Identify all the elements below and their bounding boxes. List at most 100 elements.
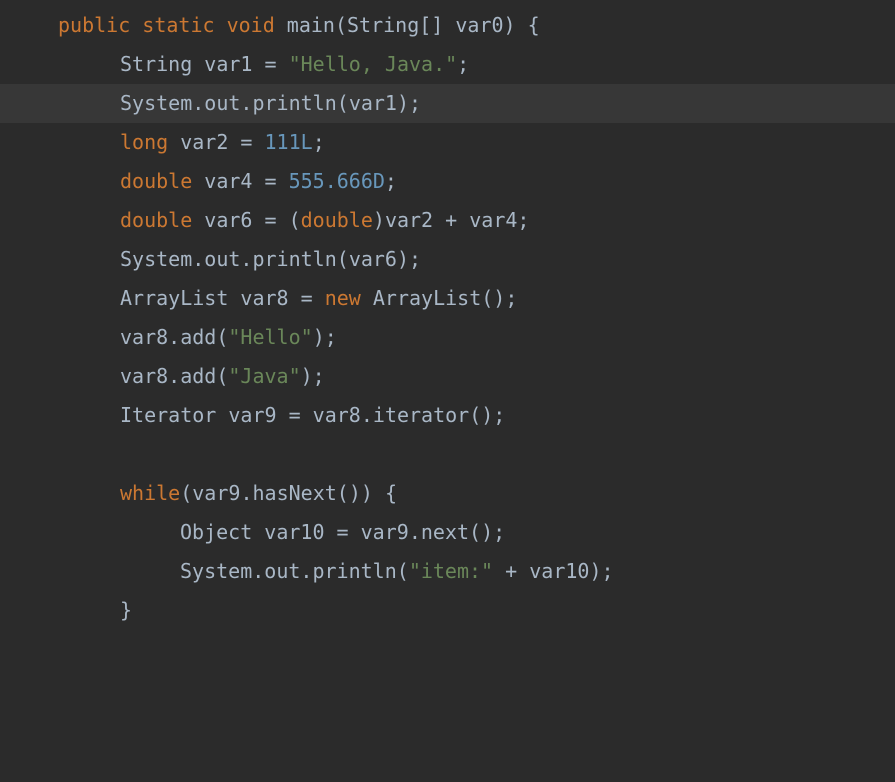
code-line[interactable]: var8.add("Java");: [0, 357, 895, 396]
code-line[interactable]: long var2 = 111L;: [0, 123, 895, 162]
code-token-punct: .: [240, 247, 252, 271]
code-token-operator: =: [277, 403, 313, 427]
code-token-identifier: out: [204, 247, 240, 271]
code-token-type: ArrayList: [120, 286, 240, 310]
code-token-paren: );: [397, 247, 421, 271]
code-token-method: main: [287, 13, 335, 37]
code-token-operator: =: [228, 130, 264, 154]
code-token-punct: .: [168, 325, 180, 349]
code-token-identifier: var9: [361, 520, 409, 544]
code-token-type: System: [120, 247, 192, 271]
code-token-identifier: var4: [204, 169, 252, 193]
code-token-method: add: [180, 325, 216, 349]
code-token-operator: = (: [252, 208, 300, 232]
code-token-keyword: while: [120, 481, 180, 505]
code-token-punct: ;: [457, 52, 469, 76]
code-token-operator: +: [433, 208, 469, 232]
code-token-keyword: long: [120, 130, 180, 154]
code-token-punct: .: [409, 520, 421, 544]
code-line[interactable]: String var1 = "Hello, Java.";: [0, 45, 895, 84]
code-token-string: "item:": [409, 559, 493, 583]
code-line[interactable]: System.out.println("item:" + var10);: [0, 552, 895, 591]
code-token-keyword: public static void: [58, 13, 287, 37]
code-token-operator: +: [493, 559, 529, 583]
code-token-paren: ();: [469, 520, 505, 544]
code-line[interactable]: public static void main(String[] var0) {: [0, 6, 895, 45]
code-token-paren: );: [397, 91, 421, 115]
code-token-identifier: var8: [240, 286, 288, 310]
code-token-operator: =: [289, 286, 325, 310]
code-token-method: hasNext: [252, 481, 336, 505]
code-token-punct: .: [361, 403, 373, 427]
code-token-identifier: var1: [204, 52, 252, 76]
code-token-punct: ;: [385, 169, 397, 193]
code-token-identifier: var2: [385, 208, 433, 232]
code-token-punct: ;: [517, 208, 529, 232]
code-token-identifier: var9: [228, 403, 276, 427]
code-token-keyword: double: [120, 169, 204, 193]
code-token-keyword: double: [120, 208, 204, 232]
code-token-method: add: [180, 364, 216, 388]
code-token-method: next: [421, 520, 469, 544]
code-editor[interactable]: public static void main(String[] var0) {…: [0, 6, 895, 630]
code-token-method: println: [252, 91, 336, 115]
code-line[interactable]: var8.add("Hello");: [0, 318, 895, 357]
code-token-identifier: var1: [349, 91, 397, 115]
code-token-identifier: var9: [192, 481, 240, 505]
code-line[interactable]: double var6 = (double)var2 + var4;: [0, 201, 895, 240]
code-token-identifier: var10: [264, 520, 324, 544]
code-token-paren: (: [216, 364, 228, 388]
code-line[interactable]: Object var10 = var9.next();: [0, 513, 895, 552]
code-token-identifier: out: [204, 91, 240, 115]
code-token-string: "Java": [228, 364, 300, 388]
code-token-identifier: var8: [313, 403, 361, 427]
code-token-paren: ): [373, 208, 385, 232]
code-token-paren: );: [301, 364, 325, 388]
code-token-number: 555.666D: [289, 169, 385, 193]
code-token-paren: (: [180, 481, 192, 505]
code-token-punct: .: [240, 481, 252, 505]
code-token-identifier: var6: [349, 247, 397, 271]
code-token-method: println: [312, 559, 396, 583]
code-token-identifier: var8: [120, 325, 168, 349]
code-token-identifier: var2: [180, 130, 228, 154]
code-token-punct: .: [252, 559, 264, 583]
code-token-string: "Hello": [228, 325, 312, 349]
code-token-type: ArrayList: [373, 286, 481, 310]
code-token-paren: );: [313, 325, 337, 349]
code-token-type: Object: [180, 520, 264, 544]
code-token-punct: .: [168, 364, 180, 388]
code-token-method: println: [252, 247, 336, 271]
code-token-identifier: out: [264, 559, 300, 583]
code-token-keyword: new: [325, 286, 373, 310]
code-token-punct: .: [192, 247, 204, 271]
code-token-operator: =: [252, 169, 288, 193]
code-token-type: System: [180, 559, 252, 583]
code-token-number: 111L: [265, 130, 313, 154]
code-token-paren: ()) {: [337, 481, 397, 505]
code-token-operator: =: [325, 520, 361, 544]
code-token-identifier: var6: [204, 208, 252, 232]
code-line[interactable]: Iterator var9 = var8.iterator();: [0, 396, 895, 435]
code-line[interactable]: System.out.println(var1);: [0, 84, 895, 123]
code-token-method: iterator: [373, 403, 469, 427]
code-line[interactable]: double var4 = 555.666D;: [0, 162, 895, 201]
code-token-paren: );: [589, 559, 613, 583]
code-line[interactable]: }: [0, 591, 895, 630]
code-token-paren: (: [397, 559, 409, 583]
code-line[interactable]: System.out.println(var6);: [0, 240, 895, 279]
code-token-punct: ;: [313, 130, 325, 154]
code-token-keyword: double: [301, 208, 373, 232]
code-token-punct: .: [192, 91, 204, 115]
code-token-identifier: var4: [469, 208, 517, 232]
code-token-paren: (: [337, 247, 349, 271]
code-line[interactable]: ArrayList var8 = new ArrayList();: [0, 279, 895, 318]
code-token-paren: ();: [469, 403, 505, 427]
code-line[interactable]: while(var9.hasNext()) {: [0, 474, 895, 513]
code-token-identifier: var10: [529, 559, 589, 583]
code-token-paren: (: [216, 325, 228, 349]
code-token-paren: ();: [481, 286, 517, 310]
code-line[interactable]: [0, 435, 895, 474]
code-token-paren: (: [335, 13, 347, 37]
code-token-paren: ) {: [504, 13, 540, 37]
